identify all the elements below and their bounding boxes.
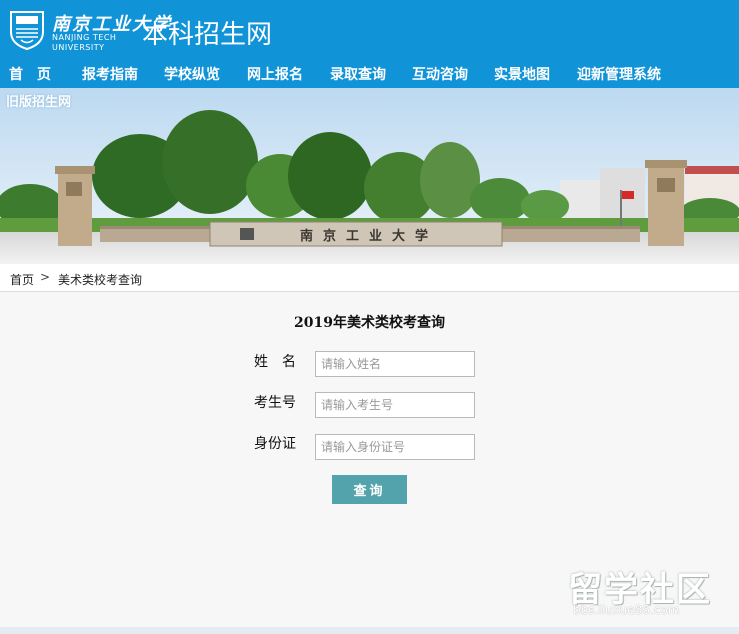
gate-inscription: 南京工业大学 [300, 228, 438, 244]
nav-item-consult[interactable]: 互动咨询 [412, 64, 468, 84]
nav-item-home[interactable]: 首 页 [9, 64, 51, 84]
nav-item-admission[interactable]: 录取查询 [330, 64, 386, 84]
nav-item-apply[interactable]: 网上报名 [247, 64, 303, 84]
campus-gate-image: 南京工业大学 [0, 88, 739, 264]
nav-item-guide[interactable]: 报考指南 [82, 64, 138, 84]
form-title: 2019年美术类校考查询 [294, 315, 445, 331]
query-button[interactable]: 查询 [332, 475, 407, 504]
exam-number-input[interactable] [315, 392, 475, 418]
nav-item-map[interactable]: 实景地图 [494, 64, 550, 84]
breadcrumb: 首页 > 美术类校考查询 [0, 264, 739, 292]
exam-number-label: 考生号 [254, 395, 296, 411]
name-input[interactable] [315, 351, 475, 377]
campus-banner: 旧版招生网 南京工业大学 [0, 88, 739, 264]
breadcrumb-current: 美术类校考查询 [58, 273, 143, 287]
logo-english-name: NANJING TECH UNIVERSITY [52, 33, 116, 53]
logo-english-line1: NANJING TECH [52, 33, 117, 42]
breadcrumb-home-link[interactable]: 首页 [10, 271, 34, 288]
id-card-input[interactable] [315, 434, 475, 460]
university-emblem-icon [10, 11, 44, 50]
logo-english-line2: UNIVERSITY [52, 43, 105, 52]
name-label: 姓 名 [254, 354, 296, 370]
site-title: 本科招生网 [142, 20, 273, 50]
main-nav: 首 页 报考指南 学校纵览 网上报名 录取查询 互动咨询 实景地图 迎新管理系统 [0, 60, 739, 88]
site-header: 南京工业大学 NANJING TECH UNIVERSITY 本科招生网 [0, 0, 739, 60]
old-site-link[interactable]: 旧版招生网 [6, 91, 71, 110]
id-card-label: 身份证 [254, 436, 296, 452]
breadcrumb-separator-icon: > [40, 270, 51, 284]
nav-item-overview[interactable]: 学校纵览 [164, 64, 220, 84]
footer-strip [0, 627, 739, 634]
nav-item-welcome[interactable]: 迎新管理系统 [577, 64, 661, 84]
watermark-url: bbs.liuxue86.com [573, 603, 680, 617]
